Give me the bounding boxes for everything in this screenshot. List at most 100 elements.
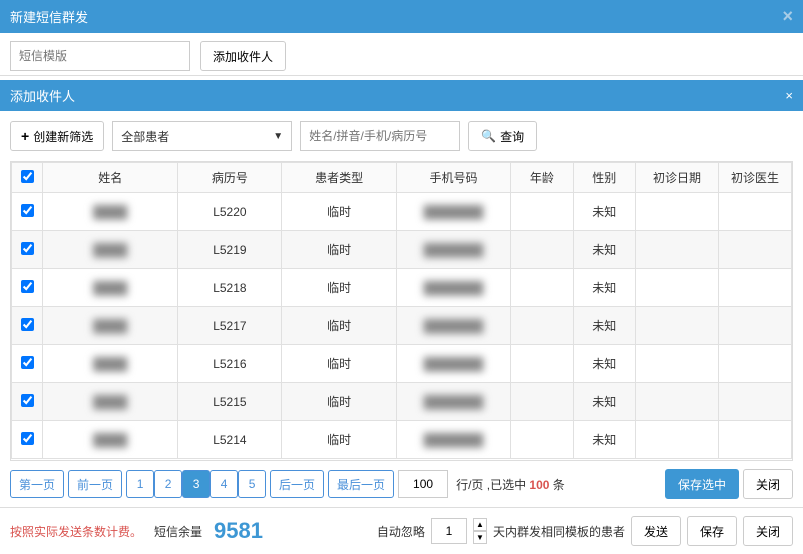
table-row[interactable]: ████ L5215 临时 ███████ 未知 xyxy=(12,383,792,421)
days-input[interactable] xyxy=(431,518,467,544)
footer-close-button[interactable]: 关闭 xyxy=(743,516,793,546)
close-icon[interactable]: × xyxy=(785,88,793,103)
row-checkbox[interactable] xyxy=(21,242,34,255)
cell-date xyxy=(635,231,718,269)
cell-doctor xyxy=(719,307,792,345)
cell-patient-type: 临时 xyxy=(282,307,396,345)
cell-patient-type: 临时 xyxy=(282,231,396,269)
cell-record-no: L5219 xyxy=(178,231,282,269)
cell-doctor xyxy=(719,421,792,459)
page-number-button[interactable]: 4 xyxy=(210,470,238,498)
table-row[interactable]: ████ L5217 临时 ███████ 未知 xyxy=(12,307,792,345)
cell-phone: ███████ xyxy=(424,357,484,371)
send-button[interactable]: 发送 xyxy=(631,516,681,546)
save-button[interactable]: 保存 xyxy=(687,516,737,546)
search-icon: 🔍 xyxy=(481,129,496,143)
cell-age xyxy=(511,307,573,345)
caret-down-icon: ▼ xyxy=(273,131,283,142)
cell-date xyxy=(635,345,718,383)
cell-patient-type: 临时 xyxy=(282,193,396,231)
search-input[interactable] xyxy=(300,121,460,151)
rows-per-page-input[interactable] xyxy=(398,470,448,498)
auto-ignore-label: 自动忽略 xyxy=(377,523,425,540)
create-filter-button[interactable]: + 创建新筛选 xyxy=(10,121,104,151)
cell-gender: 未知 xyxy=(573,383,635,421)
cell-date xyxy=(635,269,718,307)
cell-gender: 未知 xyxy=(573,307,635,345)
modal-header: 新建短信群发 × xyxy=(0,0,803,33)
page-number-button[interactable]: 3 xyxy=(182,470,210,498)
cell-doctor xyxy=(719,231,792,269)
col-name: 姓名 xyxy=(43,163,178,193)
plus-icon: + xyxy=(21,128,29,144)
patient-filter-dropdown[interactable]: 全部患者 ▼ xyxy=(112,121,292,151)
cell-patient-type: 临时 xyxy=(282,421,396,459)
days-down-button[interactable]: ▼ xyxy=(473,531,487,544)
table-row[interactable]: ████ L5219 临时 ███████ 未知 xyxy=(12,231,792,269)
balance-value: 9581 xyxy=(214,518,263,544)
last-page-button[interactable]: 最后一页 xyxy=(328,470,394,498)
sub-modal-header: 添加收件人 × xyxy=(0,80,803,111)
page-info: 行/页 ,已选中 100 条 xyxy=(456,476,565,493)
patient-table: 姓名 病历号 患者类型 手机号码 年龄 性别 初诊日期 初诊医生 ████ L5… xyxy=(10,161,793,461)
row-checkbox[interactable] xyxy=(21,280,34,293)
table-row[interactable]: ████ L5214 临时 ███████ 未知 xyxy=(12,421,792,459)
cell-record-no: L5220 xyxy=(178,193,282,231)
col-patient-type: 患者类型 xyxy=(282,163,396,193)
cell-phone: ███████ xyxy=(424,281,484,295)
close-button[interactable]: 关闭 xyxy=(743,469,793,499)
table-row[interactable]: ████ L5218 临时 ███████ 未知 xyxy=(12,269,792,307)
cell-phone: ███████ xyxy=(424,319,484,333)
cell-name: ████ xyxy=(93,281,127,295)
cell-doctor xyxy=(719,383,792,421)
cell-date xyxy=(635,307,718,345)
table-row[interactable]: ████ L5216 临时 ███████ 未知 xyxy=(12,345,792,383)
pagination-bar: 第一页 前一页 12345 后一页 最后一页 行/页 ,已选中 100 条 保存… xyxy=(0,461,803,508)
page-number-button[interactable]: 1 xyxy=(126,470,154,498)
cell-patient-type: 临时 xyxy=(282,269,396,307)
cell-age xyxy=(511,383,573,421)
balance-label: 短信余量 xyxy=(154,523,202,540)
close-icon[interactable]: × xyxy=(782,6,793,27)
cell-date xyxy=(635,421,718,459)
page-number-button[interactable]: 5 xyxy=(238,470,266,498)
cell-gender: 未知 xyxy=(573,421,635,459)
row-checkbox[interactable] xyxy=(21,356,34,369)
row-checkbox[interactable] xyxy=(21,432,34,445)
select-all-checkbox[interactable] xyxy=(21,170,34,183)
next-page-button[interactable]: 后一页 xyxy=(270,470,324,498)
table-row[interactable]: ████ L5220 临时 ███████ 未知 xyxy=(12,193,792,231)
cell-name: ████ xyxy=(93,357,127,371)
modal-title: 新建短信群发 xyxy=(10,7,88,26)
cell-doctor xyxy=(719,345,792,383)
cell-date xyxy=(635,193,718,231)
days-up-button[interactable]: ▲ xyxy=(473,518,487,531)
row-checkbox[interactable] xyxy=(21,204,34,217)
cell-gender: 未知 xyxy=(573,269,635,307)
cell-age xyxy=(511,193,573,231)
charge-note: 按照实际发送条数计费。 xyxy=(10,523,142,540)
query-label: 查询 xyxy=(500,128,524,145)
page-number-button[interactable]: 2 xyxy=(154,470,182,498)
save-selected-button[interactable]: 保存选中 xyxy=(665,469,739,499)
cell-record-no: L5217 xyxy=(178,307,282,345)
dropdown-value: 全部患者 xyxy=(121,128,169,145)
first-page-button[interactable]: 第一页 xyxy=(10,470,64,498)
cell-doctor xyxy=(719,193,792,231)
row-checkbox[interactable] xyxy=(21,394,34,407)
table-header-row: 姓名 病历号 患者类型 手机号码 年龄 性别 初诊日期 初诊医生 xyxy=(12,163,792,193)
cell-phone: ███████ xyxy=(424,433,484,447)
template-input[interactable] xyxy=(10,41,190,71)
cell-age xyxy=(511,345,573,383)
cell-patient-type: 临时 xyxy=(282,383,396,421)
prev-page-button[interactable]: 前一页 xyxy=(68,470,122,498)
col-gender: 性别 xyxy=(573,163,635,193)
footer-bar: 按照实际发送条数计费。 短信余量 9581 自动忽略 ▲ ▼ 天内群发相同模板的… xyxy=(0,508,803,554)
cell-record-no: L5216 xyxy=(178,345,282,383)
col-phone: 手机号码 xyxy=(396,163,510,193)
add-recipient-button[interactable]: 添加收件人 xyxy=(200,41,286,71)
row-checkbox[interactable] xyxy=(21,318,34,331)
create-filter-label: 创建新筛选 xyxy=(33,128,93,145)
query-button[interactable]: 🔍 查询 xyxy=(468,121,537,151)
days-spinner: ▲ ▼ xyxy=(473,518,487,544)
